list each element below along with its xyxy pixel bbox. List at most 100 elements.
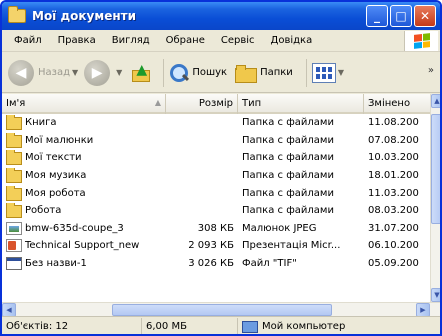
file-date: 18.01.200 [368, 170, 419, 182]
location-label: Мой компьютер [262, 321, 346, 332]
toolbar-overflow-button[interactable]: » [428, 65, 434, 76]
object-count: Об'єктів: 12 [2, 317, 142, 334]
menu-edit[interactable]: Правка [50, 35, 104, 46]
file-type: Файл "TIF" [242, 258, 297, 270]
menu-help[interactable]: Довідка [263, 35, 321, 46]
column-type[interactable]: Тип [238, 94, 364, 114]
list-item[interactable]: Без назви-1 3 026 КБ Файл "TIF" 05.09.20… [2, 255, 430, 273]
file-type: Папка с файлами [242, 187, 334, 199]
column-header: Ім'я ▲ Розмір Тип Змінено [2, 94, 430, 114]
file-size: 308 КБ [197, 222, 234, 234]
list-item[interactable]: Книга Папка с файлами 11.08.200 [2, 114, 430, 132]
folder-icon [8, 6, 26, 23]
list-item[interactable]: Мої тексти Папка с файлами 10.03.200 [2, 149, 430, 167]
scroll-right-button[interactable]: ▶ [416, 303, 430, 317]
file-list: Ім'я ▲ Розмір Тип Змінено Книга Папка с … [2, 94, 430, 302]
location: Мой компьютер [238, 318, 440, 334]
file-date: 31.07.200 [368, 222, 419, 234]
list-item[interactable]: Мої малюнки Папка с файлами 07.08.200 [2, 132, 430, 150]
folder-icon [6, 203, 22, 219]
folder-icon [6, 185, 22, 201]
close-button[interactable]: ✕ [414, 5, 436, 27]
folders-icon [235, 64, 258, 83]
file-type: Малюнок JPEG [242, 222, 317, 234]
file-type: Папка с файлами [242, 117, 334, 129]
menu-bar: Файл Правка Вигляд Обране Сервіс Довідка [2, 30, 440, 52]
vertical-scroll-thumb[interactable] [431, 114, 440, 224]
list-item[interactable]: Technical Support_new 2 093 КБ Презентац… [2, 237, 430, 255]
tif-file-icon [6, 257, 22, 271]
back-arrow-icon: ◀ [8, 59, 34, 86]
menu-view[interactable]: Вигляд [104, 35, 158, 46]
file-date: 10.03.200 [368, 152, 419, 164]
title-bar[interactable]: Мої документи _ □ ✕ [2, 2, 440, 30]
status-bar: Об'єктів: 12 6,00 МБ Мой компьютер [2, 316, 440, 334]
column-name[interactable]: Ім'я ▲ [2, 94, 166, 114]
scroll-up-button[interactable]: ▲ [431, 94, 440, 108]
file-size: 2 093 КБ [188, 240, 234, 252]
total-size: 6,00 МБ [142, 317, 238, 334]
windows-logo-icon [404, 31, 438, 51]
file-date: 05.09.200 [368, 258, 419, 270]
column-date[interactable]: Змінено [364, 94, 430, 114]
chevron-down-icon[interactable]: ▼ [338, 68, 344, 77]
scroll-left-button[interactable]: ◀ [2, 303, 16, 317]
folders-button[interactable]: Папки [235, 64, 293, 83]
chevron-down-icon[interactable]: ▼ [72, 68, 78, 77]
file-name: Без назви-1 [25, 258, 87, 270]
folders-label: Папки [260, 67, 293, 78]
sort-arrow-icon: ▲ [154, 98, 161, 107]
file-name: Моя музика [25, 170, 87, 182]
back-button[interactable]: ◀ Назад ▼ [8, 59, 78, 86]
file-type: Презентація Micr... [242, 240, 341, 252]
forward-button[interactable]: ▶ ▼ [84, 59, 122, 86]
list-item[interactable]: Робота Папка с файлами 08.03.200 [2, 202, 430, 220]
menu-tools[interactable]: Сервіс [213, 35, 263, 46]
horizontal-scroll-thumb[interactable] [112, 304, 332, 316]
vertical-scrollbar[interactable]: ▲ ▼ [430, 94, 440, 302]
search-icon [169, 63, 189, 83]
horizontal-scrollbar[interactable]: ◀ ▶ [2, 302, 440, 317]
menu-file[interactable]: Файл [6, 35, 50, 46]
folder-icon [6, 132, 22, 148]
explorer-window: Мої документи _ □ ✕ Файл Правка Вигляд О… [0, 0, 442, 336]
file-date: 11.03.200 [368, 187, 419, 199]
file-name: Мої тексти [25, 152, 82, 164]
file-date: 07.08.200 [368, 134, 419, 146]
image-file-icon [6, 221, 22, 235]
computer-icon [242, 320, 258, 334]
file-name: Technical Support_new [25, 240, 140, 252]
minimize-button[interactable]: _ [366, 5, 388, 27]
toolbar-separator [163, 58, 165, 87]
scroll-down-button[interactable]: ▼ [431, 288, 440, 302]
file-name: Мої малюнки [25, 134, 94, 146]
up-arrow-icon: ▲ [136, 61, 148, 78]
maximize-button[interactable]: □ [390, 5, 412, 27]
toolbar: ◀ Назад ▼ ▶ ▼ ▲ Пошук Папки ▼ » [2, 53, 440, 93]
file-type: Папка с файлами [242, 152, 334, 164]
list-item[interactable]: Моя робота Папка с файлами 11.03.200 [2, 184, 430, 202]
list-item[interactable]: Моя музика Папка с файлами 18.01.200 [2, 167, 430, 185]
search-button[interactable]: Пошук [169, 63, 227, 83]
back-label: Назад [38, 67, 71, 78]
window-title: Мої документи [32, 9, 136, 23]
file-date: 11.08.200 [368, 117, 419, 129]
up-folder-button[interactable]: ▲ [130, 62, 152, 84]
views-icon [311, 62, 336, 83]
file-type: Папка с файлами [242, 205, 334, 217]
menu-favorites[interactable]: Обране [158, 35, 213, 46]
window-controls: _ □ ✕ [366, 5, 436, 27]
file-name: Книга [25, 117, 57, 129]
column-size[interactable]: Розмір [166, 94, 238, 114]
toolbar-separator [305, 58, 307, 87]
presentation-file-icon [6, 239, 22, 253]
file-date: 06.10.200 [368, 240, 419, 252]
chevron-down-icon[interactable]: ▼ [116, 68, 122, 77]
views-button[interactable]: ▼ [311, 62, 344, 83]
file-name: bmw-635d-coupe_3 [25, 222, 124, 234]
file-name: Робота [25, 205, 62, 217]
list-item[interactable]: bmw-635d-coupe_3 308 КБ Малюнок JPEG 31.… [2, 220, 430, 238]
file-type: Папка с файлами [242, 134, 334, 146]
file-type: Папка с файлами [242, 170, 334, 182]
folder-icon [6, 168, 22, 184]
